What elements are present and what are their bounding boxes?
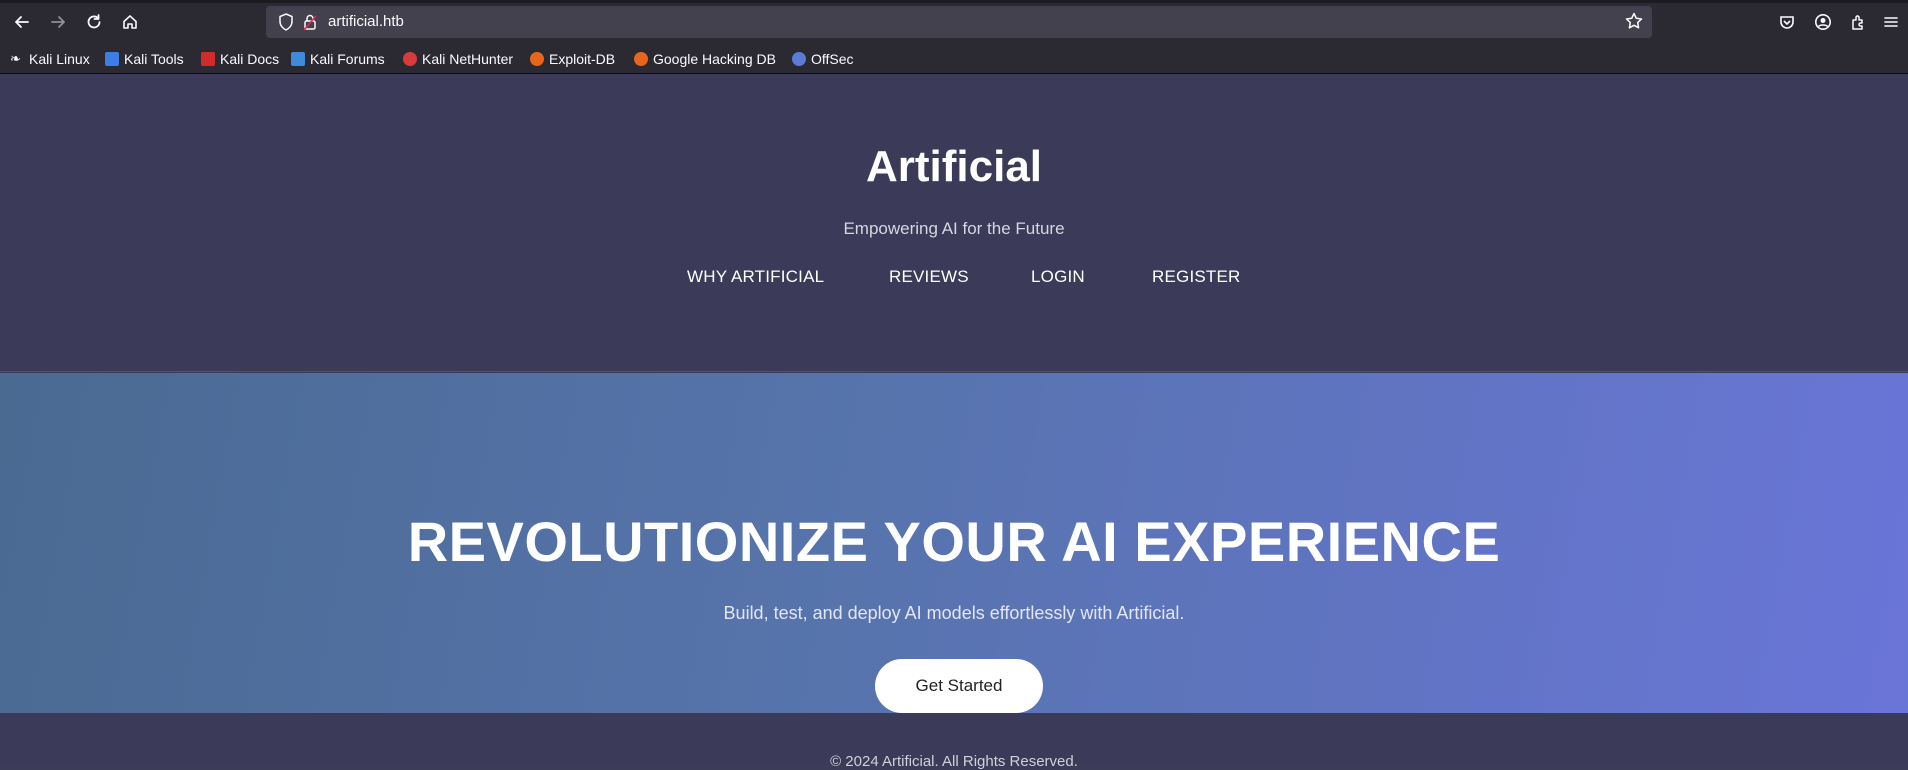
- forward-arrow-icon[interactable]: [44, 8, 72, 36]
- lock-icon[interactable]: [302, 12, 318, 37]
- bookmark-label: Google Hacking DB: [653, 51, 776, 67]
- get-started-button[interactable]: Get Started: [875, 659, 1043, 713]
- nav-link-register[interactable]: REGISTER: [1152, 267, 1241, 287]
- bookmarks-bar: ❧ Kali Linux Kali Tools Kali Docs Kali F…: [0, 44, 1908, 74]
- site-title: Artificial: [865, 142, 1043, 191]
- offsec-icon: [792, 52, 806, 66]
- pocket-icon[interactable]: [1773, 8, 1801, 36]
- kali-dragon-icon: ❧: [10, 51, 21, 66]
- web-page: Artificial Empowering AI for the Future …: [0, 74, 1908, 770]
- bookmark-label: Kali NetHunter: [422, 51, 514, 67]
- hero-title: REVOLUTIONIZE YOUR AI EXPERIENCE: [407, 510, 1501, 573]
- kali-docs-icon: [201, 52, 215, 66]
- hero-section: REVOLUTIONIZE YOUR AI EXPERIENCE Build, …: [0, 373, 1908, 713]
- site-footer: © 2024 Artificial. All Rights Reserved.: [0, 713, 1908, 770]
- bookmark-kali-forums[interactable]: Kali Forums: [291, 49, 385, 69]
- url-bar[interactable]: artificial.htb: [266, 6, 1652, 38]
- kali-tools-icon: [105, 52, 119, 66]
- star-icon[interactable]: [1624, 11, 1644, 36]
- bookmark-kali-docs[interactable]: Kali Docs: [201, 49, 279, 69]
- bookmark-kali-nethunter[interactable]: Kali NetHunter: [403, 49, 513, 69]
- nethunter-icon: [403, 52, 417, 66]
- account-icon[interactable]: [1809, 8, 1837, 36]
- bookmark-label: Kali Tools: [124, 51, 184, 67]
- hero-subtitle: Build, test, and deploy AI models effort…: [723, 603, 1185, 623]
- bookmark-label: OffSec: [811, 51, 854, 67]
- bookmark-kali-linux[interactable]: ❧ Kali Linux: [10, 49, 90, 69]
- nav-link-why-artificial[interactable]: WHY ARTIFICIAL: [687, 267, 824, 287]
- exploit-db-icon: [530, 52, 544, 66]
- bookmark-exploit-db[interactable]: Exploit-DB: [530, 49, 615, 69]
- nav-link-login[interactable]: LOGIN: [1031, 267, 1085, 287]
- kali-forums-icon: [291, 52, 305, 66]
- bookmark-kali-tools[interactable]: Kali Tools: [105, 49, 184, 69]
- bookmark-label: Kali Docs: [220, 51, 280, 67]
- bookmark-google-hacking-db[interactable]: Google Hacking DB: [634, 49, 776, 69]
- browser-toolbar: artificial.htb: [0, 0, 1908, 44]
- tab-strip-edge: [0, 0, 1908, 3]
- ghdb-icon: [634, 52, 648, 66]
- menu-icon[interactable]: [1877, 8, 1905, 36]
- home-icon[interactable]: [116, 8, 144, 36]
- extensions-icon[interactable]: [1845, 8, 1873, 36]
- site-tagline: Empowering AI for the Future: [843, 219, 1065, 238]
- reload-icon[interactable]: [80, 8, 108, 36]
- url-text[interactable]: artificial.htb: [328, 13, 404, 30]
- back-arrow-icon[interactable]: [8, 8, 36, 36]
- shield-icon[interactable]: [278, 12, 294, 37]
- bookmark-label: Exploit-DB: [549, 51, 616, 67]
- bookmark-label: Kali Linux: [29, 51, 90, 67]
- bookmark-label: Kali Forums: [310, 51, 385, 67]
- bookmark-offsec[interactable]: OffSec: [792, 49, 854, 69]
- site-header: Artificial Empowering AI for the Future …: [0, 74, 1908, 372]
- nav-link-reviews[interactable]: REVIEWS: [889, 267, 969, 287]
